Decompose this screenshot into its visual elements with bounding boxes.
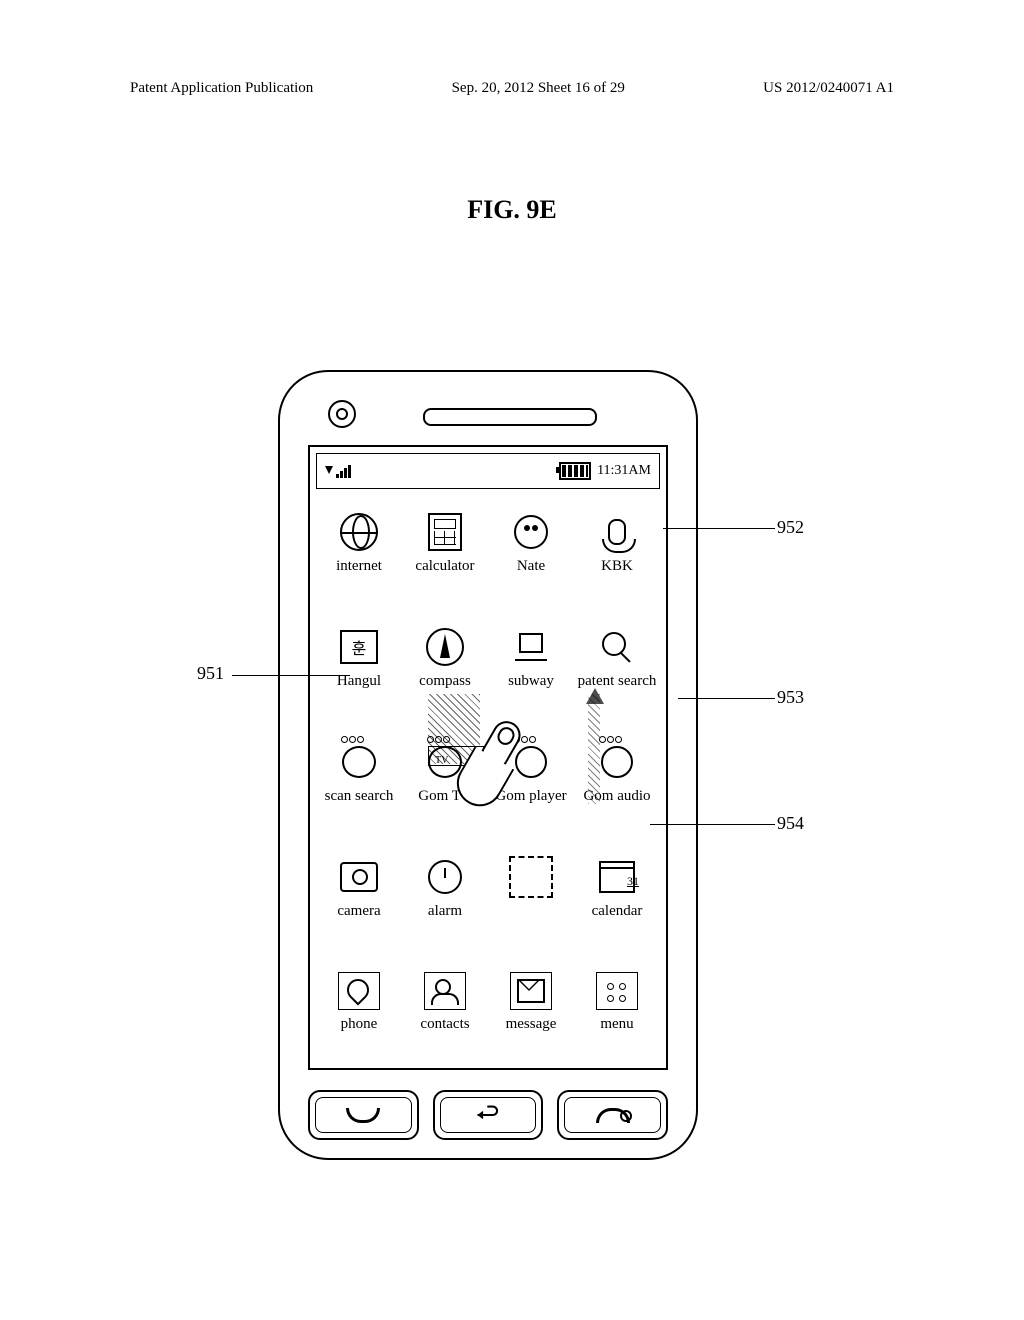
- status-time: 11:31AM: [597, 463, 651, 479]
- drag-path: [588, 694, 600, 804]
- dock-phone[interactable]: phone: [316, 972, 402, 1033]
- figure-title: FIG. 9E: [0, 195, 1024, 225]
- app-compass[interactable]: compass: [402, 627, 488, 690]
- compass-label-box: [428, 746, 484, 766]
- app-nate[interactable]: Nate: [488, 512, 574, 575]
- status-bar: 11:31AM: [316, 453, 660, 489]
- leader-952: [663, 528, 775, 529]
- mic-icon: [608, 519, 626, 545]
- header-right: US 2012/0240071 A1: [763, 80, 894, 97]
- calculator-icon: [428, 513, 462, 551]
- up-arrow-icon: [586, 688, 604, 704]
- menu-icon: [596, 972, 638, 1010]
- empty-slot-icon: [509, 856, 553, 898]
- call-button[interactable]: [308, 1090, 419, 1140]
- app-patent-search[interactable]: patent search: [574, 627, 660, 690]
- speaker-icon: [423, 408, 597, 426]
- nate-icon: [514, 515, 548, 549]
- page-header: Patent Application Publication Sep. 20, …: [130, 80, 894, 97]
- callout-954: 954: [777, 813, 804, 834]
- device: 11:31AM internet calculator Nate KBK 훈Ha…: [278, 370, 698, 1160]
- app-scan-search[interactable]: scan search: [316, 742, 402, 805]
- end-button[interactable]: [557, 1090, 668, 1140]
- back-button[interactable]: [433, 1090, 544, 1140]
- app-calculator[interactable]: calculator: [402, 512, 488, 575]
- call-icon: [315, 1097, 412, 1133]
- callout-952: 952: [777, 517, 804, 538]
- dock-menu[interactable]: menu: [574, 972, 660, 1033]
- gomplayer-icon: [515, 746, 547, 778]
- app-hangul[interactable]: 훈Hangul: [316, 627, 402, 690]
- calendar-icon: [599, 861, 635, 893]
- app-gom-audio[interactable]: Gom audio: [574, 742, 660, 805]
- camera-icon: [340, 862, 378, 892]
- app-gom-player[interactable]: Gom player: [488, 742, 574, 805]
- front-camera-icon: [328, 400, 356, 428]
- end-icon: [564, 1097, 661, 1133]
- globe-icon: [340, 513, 378, 551]
- gomaudio-icon: [601, 746, 633, 778]
- leader-953: [678, 698, 775, 699]
- compass-icon: [426, 628, 464, 666]
- dock-contacts[interactable]: contacts: [402, 972, 488, 1033]
- message-icon: [510, 972, 552, 1010]
- callout-953: 953: [777, 687, 804, 708]
- app-camera[interactable]: camera: [316, 857, 402, 920]
- app-alarm[interactable]: alarm: [402, 857, 488, 920]
- hangul-icon: 훈: [340, 630, 378, 664]
- scan-icon: [342, 746, 376, 778]
- leader-954: [650, 824, 775, 825]
- app-kbk[interactable]: KBK: [574, 512, 660, 575]
- app-calendar[interactable]: calendar: [574, 857, 660, 920]
- signal-icon: [325, 465, 351, 478]
- app-placeholder[interactable]: [488, 857, 574, 920]
- header-center: Sep. 20, 2012 Sheet 16 of 29: [452, 80, 625, 97]
- app-subway[interactable]: subway: [488, 627, 574, 690]
- contacts-icon: [424, 972, 466, 1010]
- screen[interactable]: 11:31AM internet calculator Nate KBK 훈Ha…: [308, 445, 668, 1070]
- dock-message[interactable]: message: [488, 972, 574, 1033]
- subway-icon: [513, 631, 549, 663]
- magnifier-icon: [600, 630, 634, 664]
- phone-icon: [338, 972, 380, 1010]
- battery-icon: [559, 462, 591, 480]
- alarm-icon: [428, 860, 462, 894]
- home-screen[interactable]: internet calculator Nate KBK 훈Hangul com…: [316, 502, 660, 1060]
- leader-951: [232, 675, 350, 676]
- app-internet[interactable]: internet: [316, 512, 402, 575]
- back-icon: [440, 1097, 537, 1133]
- header-left: Patent Application Publication: [130, 80, 313, 97]
- hardware-buttons: [308, 1090, 668, 1140]
- callout-951: 951: [197, 663, 224, 684]
